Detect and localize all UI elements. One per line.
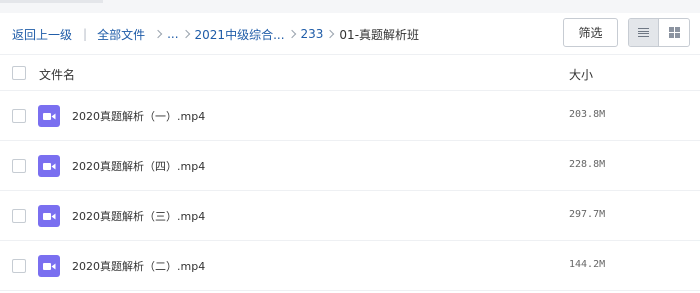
row-checkbox[interactable]: [12, 159, 26, 173]
list-view-button[interactable]: [629, 19, 660, 46]
view-mode-toggle: [628, 18, 690, 47]
grid-view-icon: [668, 27, 680, 38]
file-size: 297.7M: [569, 209, 606, 220]
file-row[interactable]: 2020真题解析（一）.mp4 203.8M: [0, 91, 700, 141]
chevron-right-icon: [287, 29, 296, 39]
chevron-right-icon: [326, 29, 335, 39]
file-toolbar: 返回上一级 | 全部文件 ... 2021中级综合... 233 01-真题解析…: [0, 13, 700, 54]
file-row[interactable]: 2020真题解析（四）.mp4 228.8M: [0, 141, 700, 191]
tab-strip-accent: [0, 0, 103, 3]
breadcrumb-current-folder: 01-真题解析班: [339, 27, 420, 42]
column-header-name[interactable]: 文件名: [39, 66, 75, 83]
top-tab-strip: [0, 0, 700, 13]
video-file-icon: [38, 105, 60, 127]
breadcrumb-folder-link[interactable]: 2021中级综合...: [195, 26, 285, 43]
grid-view-button[interactable]: [659, 19, 689, 46]
file-list-header: 文件名 大小: [0, 54, 700, 91]
row-checkbox[interactable]: [12, 209, 26, 223]
file-row[interactable]: 2020真题解析（二）.mp4 144.2M: [0, 241, 700, 291]
breadcrumb-separator: |: [83, 27, 88, 41]
select-all-checkbox[interactable]: [12, 66, 26, 80]
list-view-icon: [638, 28, 649, 37]
breadcrumb-ellipsis-link[interactable]: ...: [167, 27, 178, 41]
chevron-right-icon: [181, 29, 190, 39]
column-header-size[interactable]: 大小: [569, 66, 593, 83]
breadcrumb: 返回上一级 | 全部文件 ... 2021中级综合... 233 01-真题解析…: [12, 26, 420, 43]
file-row[interactable]: 2020真题解析（三）.mp4 297.7M: [0, 191, 700, 241]
file-name[interactable]: 2020真题解析（二）.mp4: [72, 258, 205, 274]
file-name[interactable]: 2020真题解析（四）.mp4: [72, 158, 205, 174]
file-size: 203.8M: [569, 109, 606, 120]
file-size: 228.8M: [569, 159, 606, 170]
video-file-icon: [38, 205, 60, 227]
row-checkbox[interactable]: [12, 109, 26, 123]
file-name[interactable]: 2020真题解析（三）.mp4: [72, 208, 205, 224]
video-file-icon: [38, 255, 60, 277]
row-checkbox[interactable]: [12, 259, 26, 273]
file-list: 文件名 大小 2020真题解析（一）.mp4 203.8M 2020真题解析（四…: [0, 54, 700, 291]
breadcrumb-folder-link[interactable]: 233: [301, 27, 324, 41]
breadcrumb-root-link[interactable]: 全部文件: [97, 26, 145, 43]
back-link[interactable]: 返回上一级: [12, 26, 72, 43]
filter-button[interactable]: 筛选: [563, 18, 618, 47]
file-size: 144.2M: [569, 259, 606, 270]
video-file-icon: [38, 155, 60, 177]
file-name[interactable]: 2020真题解析（一）.mp4: [72, 108, 205, 124]
chevron-right-icon: [153, 29, 163, 39]
